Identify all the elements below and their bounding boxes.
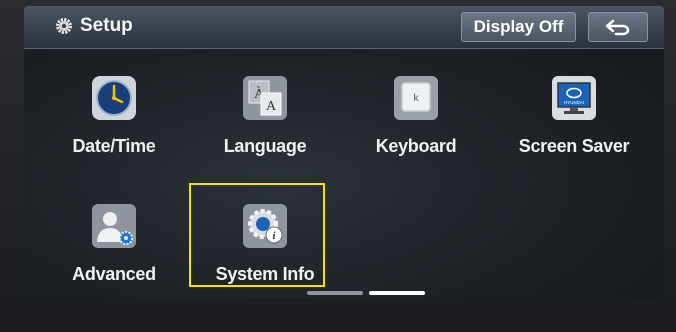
- back-button[interactable]: [588, 12, 648, 42]
- keyboard-icon: k: [394, 76, 438, 120]
- tile-date-time[interactable]: Date/Time: [44, 74, 184, 174]
- tile-label: Screen Saver: [518, 136, 630, 156]
- display-off-label: Display Off: [473, 17, 564, 36]
- page-title: Setup: [80, 15, 133, 36]
- page-indicator-2-active[interactable]: [369, 291, 425, 295]
- tile-advanced[interactable]: Advanced: [44, 202, 184, 298]
- tile-screen-saver[interactable]: HYUNDAI Screen Saver: [496, 74, 652, 174]
- svg-text:A: A: [266, 99, 277, 114]
- tile-label: Date/Time: [72, 136, 156, 156]
- tile-label: Language: [223, 136, 307, 156]
- screen-saver-icon: HYUNDAI: [552, 76, 596, 120]
- title-bar: Setup Display Off: [24, 6, 664, 49]
- page-indicator-1[interactable]: [307, 291, 363, 295]
- gear-icon: [56, 18, 72, 34]
- language-icon: À A: [243, 76, 287, 120]
- svg-text:HYUNDAI: HYUNDAI: [564, 100, 584, 105]
- screen: Setup Display Off Date/Time À A Language…: [24, 6, 664, 298]
- back-arrow-icon: [605, 19, 630, 36]
- advanced-user-icon: [92, 204, 136, 248]
- clock-icon: [92, 76, 136, 120]
- tile-label: Keyboard: [375, 136, 457, 156]
- selection-highlight: [189, 183, 325, 287]
- display-off-button[interactable]: Display Off: [461, 12, 576, 42]
- tile-language[interactable]: À A Language: [195, 74, 335, 174]
- tile-label: Advanced: [72, 264, 156, 284]
- tile-keyboard[interactable]: k Keyboard: [346, 74, 486, 174]
